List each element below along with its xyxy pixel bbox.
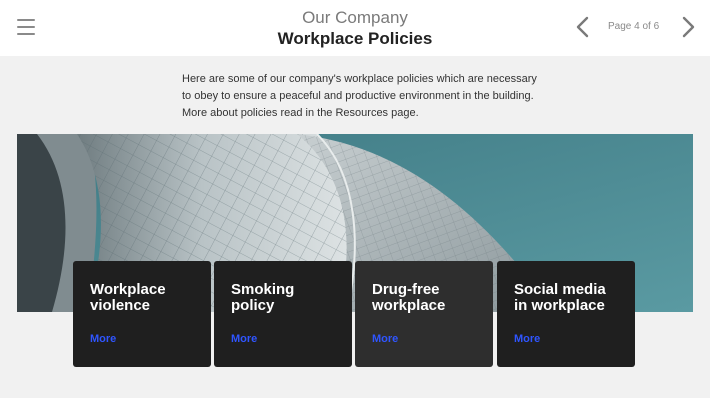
card-title-line: violence — [90, 297, 151, 314]
more-link[interactable]: More — [231, 333, 257, 345]
card-title: Drug-free workplace — [372, 282, 492, 314]
card-title-line: Drug-free — [372, 281, 440, 298]
card-title-line: Smoking — [231, 281, 295, 298]
page-subtitle: Our Company — [302, 8, 408, 27]
card-title-line: Workplace — [90, 281, 166, 298]
more-link[interactable]: More — [372, 333, 398, 345]
card-title: Smoking policy — [231, 282, 351, 314]
card-title: Workplace violence — [90, 282, 210, 314]
page-title: Workplace Policies — [277, 29, 433, 48]
chevron-left-icon[interactable] — [574, 16, 592, 38]
more-link[interactable]: More — [514, 333, 540, 345]
top-bar: Our Company Workplace Policies Page 4 of… — [0, 0, 710, 56]
card-title-line: policy — [231, 297, 275, 314]
intro-text: Here are some of our company's workplace… — [182, 71, 542, 122]
card-title: Social media in workplace — [514, 282, 634, 314]
policy-card-workplace-violence[interactable]: Workplace violence More — [73, 261, 211, 367]
intro-line: to obey to ensure a peaceful and product… — [182, 90, 534, 102]
intro-line: More about policies read in the Resource… — [182, 107, 419, 119]
card-title-line: Social media — [514, 281, 606, 298]
policy-card-smoking-policy[interactable]: Smoking policy More — [214, 261, 352, 367]
policy-card-social-media[interactable]: Social media in workplace More — [497, 261, 635, 367]
card-title-line: in workplace — [514, 297, 605, 314]
header-titles: Our Company Workplace Policies — [0, 8, 710, 50]
policy-card-drug-free-workplace[interactable]: Drug-free workplace More — [355, 261, 493, 367]
page-indicator: Page 4 of 6 — [608, 21, 660, 32]
intro-line: Here are some of our company's workplace… — [182, 73, 537, 85]
chevron-right-icon[interactable] — [679, 16, 697, 38]
more-link[interactable]: More — [90, 333, 116, 345]
card-title-line: workplace — [372, 297, 446, 314]
